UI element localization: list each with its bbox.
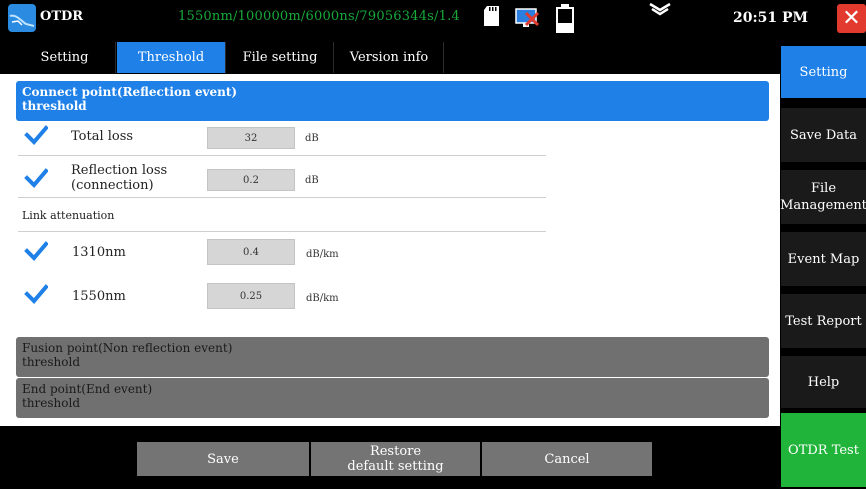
close-button[interactable]: ✕	[837, 4, 866, 33]
screen-error-icon	[515, 8, 540, 27]
att-1310-unit: dB/km	[306, 249, 339, 260]
section-title-suffix: threshold	[22, 396, 81, 410]
att-1550-checkbox[interactable]	[24, 283, 48, 305]
end-point-section-header[interactable]: End point(End event) threshold	[16, 378, 769, 418]
reflection-loss-input[interactable]: 0.2	[207, 169, 295, 191]
save-button[interactable]: Save	[137, 442, 309, 476]
restore-default-button[interactable]: Restore default setting	[311, 442, 480, 476]
restore-label-line2: default setting	[347, 459, 444, 474]
app-title: OTDR	[40, 9, 84, 24]
side-menu-test-report-button[interactable]: Test Report	[781, 294, 866, 348]
reflection-loss-label-line1: Reflection loss	[71, 163, 168, 178]
row-divider	[18, 231, 546, 232]
side-menu-label-line2: Management	[780, 198, 866, 213]
restore-label-line1: Restore	[369, 444, 422, 459]
section-title-suffix: threshold	[22, 99, 87, 113]
reflection-loss-label: Reflection loss (connection)	[71, 163, 167, 193]
measurement-params: 1550nm/100000m/6000ns/79056344s/1.4	[178, 9, 460, 24]
row-divider	[18, 155, 546, 156]
att-1550-unit: dB/km	[306, 293, 339, 304]
total-loss-checkbox[interactable]	[24, 124, 48, 146]
att-1310-input[interactable]: 0.4	[207, 239, 295, 265]
tab-file-setting[interactable]: File setting	[227, 42, 334, 73]
side-menu-otdr-test-button[interactable]: OTDR Test	[781, 413, 866, 487]
fusion-point-section-header[interactable]: Fusion point(Non reflection event) thres…	[16, 337, 769, 377]
row-divider	[18, 197, 546, 198]
side-menu-label-line1: File	[810, 181, 837, 196]
connect-point-section-header[interactable]: Connect point(Reflection event) threshol…	[16, 81, 769, 121]
att-1310-label: 1310nm	[72, 245, 126, 260]
tab-version-info[interactable]: Version info	[335, 42, 444, 73]
side-menu-save-data-button[interactable]: Save Data	[781, 108, 866, 162]
clock: 20:51 PM	[733, 10, 809, 26]
tab-setting[interactable]: Setting	[14, 42, 116, 73]
att-1310-checkbox[interactable]	[24, 240, 48, 262]
total-loss-input[interactable]: 32	[207, 127, 295, 149]
section-title-suffix: threshold	[22, 355, 81, 369]
total-loss-label: Total loss	[71, 129, 134, 144]
side-menu-help-button[interactable]: Help	[781, 356, 866, 408]
att-1550-label: 1550nm	[72, 289, 126, 304]
side-menu-setting-button[interactable]: Setting	[781, 46, 866, 98]
reflection-loss-checkbox[interactable]	[24, 167, 48, 189]
close-icon: ✕	[842, 6, 861, 31]
link-attenuation-label: Link attenuation	[22, 209, 115, 222]
sd-card-icon	[484, 6, 499, 26]
att-1550-input[interactable]: 0.25	[207, 283, 295, 309]
cancel-button[interactable]: Cancel	[482, 442, 652, 476]
section-title: Fusion point(Non reflection event)	[22, 341, 233, 355]
tab-threshold-setting[interactable]: Threshold setting	[117, 42, 226, 96]
reflection-loss-label-line2: (connection)	[71, 178, 154, 193]
section-title: End point(End event)	[22, 382, 153, 396]
side-menu-event-map-button[interactable]: Event Map	[781, 232, 866, 286]
total-loss-unit: dB	[305, 133, 319, 144]
battery-icon	[556, 4, 574, 33]
reflection-loss-unit: dB	[305, 175, 319, 186]
otdr-logo-icon	[8, 4, 36, 32]
wifi-icon	[649, 2, 671, 16]
side-menu-file-management-button[interactable]: File Management	[780, 170, 866, 224]
section-title: Connect point(Reflection event)	[22, 85, 238, 99]
